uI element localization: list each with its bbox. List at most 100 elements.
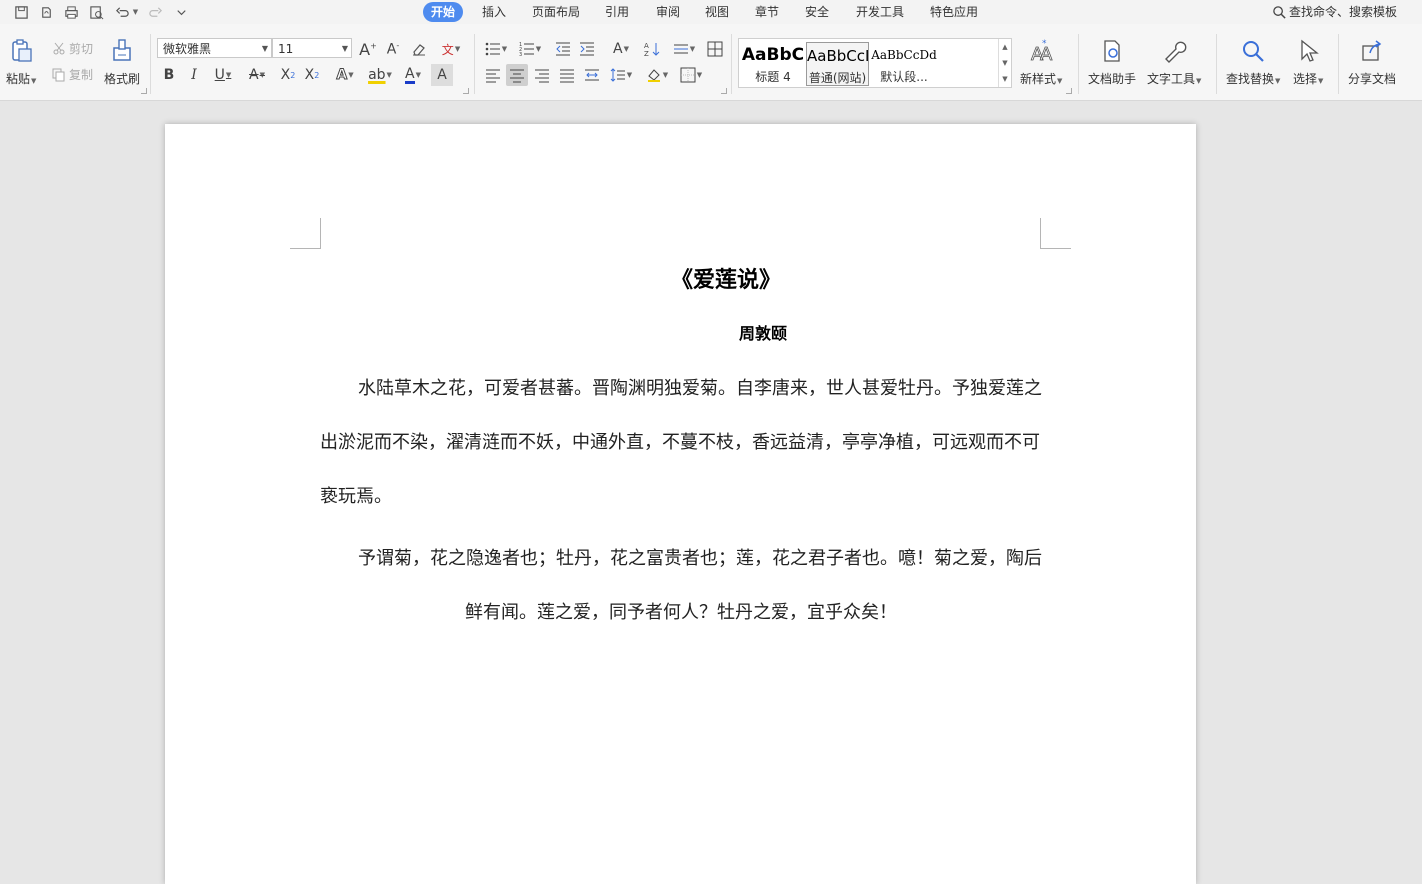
character-shading-icon[interactable]: A bbox=[431, 64, 453, 86]
italic-icon[interactable]: I bbox=[183, 64, 205, 86]
tab-chapter[interactable]: 章节 bbox=[747, 2, 787, 22]
tab-review[interactable]: 审阅 bbox=[648, 2, 688, 22]
decrease-indent-icon[interactable] bbox=[552, 38, 574, 60]
doc-assistant-button[interactable]: 文档助手 bbox=[1088, 38, 1136, 87]
text-tools-label: 文字工具 bbox=[1147, 72, 1196, 86]
divider bbox=[1078, 34, 1079, 94]
select-label: 选择 bbox=[1293, 72, 1318, 86]
save-icon[interactable] bbox=[12, 3, 30, 21]
tab-references[interactable]: 引用 bbox=[597, 2, 637, 22]
phonetic-guide-icon[interactable]: 文 ▼ bbox=[436, 38, 466, 60]
tab-view[interactable]: 视图 bbox=[697, 2, 737, 22]
underline-icon[interactable]: U ▼ bbox=[208, 64, 238, 86]
style-default-paragraph[interactable]: AaBbCcDd 默认段... bbox=[871, 42, 937, 86]
doc-assistant-icon bbox=[1104, 40, 1120, 62]
command-search[interactable]: 查找命令、搜索模板 bbox=[1272, 3, 1397, 21]
bullet-list-icon[interactable]: ▼ bbox=[482, 38, 510, 60]
select-button[interactable]: 选择▼ bbox=[1293, 38, 1323, 87]
tab-page-layout[interactable]: 页面布局 bbox=[524, 2, 588, 22]
svg-text:A: A bbox=[644, 42, 649, 50]
new-style-icon: AA* bbox=[1031, 39, 1054, 64]
svg-text:Z: Z bbox=[644, 50, 649, 57]
cut-button[interactable]: 剪切 bbox=[52, 40, 93, 57]
expand-gallery-icon[interactable]: ▼ bbox=[1002, 75, 1007, 83]
subscript-icon[interactable]: X2 bbox=[301, 64, 323, 86]
tab-developer[interactable]: 开发工具 bbox=[848, 2, 912, 22]
share-doc-button[interactable]: 分享文档 bbox=[1348, 38, 1396, 87]
line-spacing-icon[interactable]: ▼ bbox=[607, 64, 635, 86]
shading-icon[interactable]: ▼ bbox=[643, 64, 671, 86]
divider bbox=[474, 34, 475, 94]
format-painter-icon bbox=[113, 39, 131, 61]
show-formatting-icon[interactable] bbox=[704, 38, 726, 60]
clipboard-group-launcher[interactable] bbox=[141, 88, 147, 94]
paste-icon bbox=[12, 39, 32, 62]
highlight-icon[interactable]: ab ▼ bbox=[364, 64, 396, 86]
print-preview-icon[interactable] bbox=[87, 3, 105, 21]
styles-group-launcher[interactable] bbox=[1066, 88, 1072, 94]
undo-icon[interactable] bbox=[113, 3, 131, 21]
font-color-icon[interactable]: A ▼ bbox=[398, 64, 428, 86]
borders-icon[interactable]: ▼ bbox=[677, 64, 705, 86]
numbered-list-icon[interactable]: 1 2 3 ▼ bbox=[516, 38, 544, 60]
search-icon bbox=[1273, 5, 1286, 19]
style-normal-web[interactable]: AaBbCcI 普通(网站) bbox=[806, 42, 869, 86]
sort-icon[interactable]: AZ bbox=[641, 38, 663, 60]
tab-insert[interactable]: 插入 bbox=[474, 2, 514, 22]
paste-label: 粘贴 bbox=[6, 72, 31, 86]
style-name: 普通(网站) bbox=[808, 71, 867, 85]
customize-toolbar-icon[interactable] bbox=[172, 3, 190, 21]
body-paragraph[interactable]: 水陆草木之花，可爱者甚蕃。晋陶渊明独爱菊。自李唐来，世人甚爱牡丹。予独爱莲之出淤… bbox=[320, 362, 1042, 524]
cursor-arrow-icon bbox=[1301, 39, 1320, 62]
bold-icon[interactable]: B bbox=[158, 64, 180, 86]
paste-button[interactable]: 粘贴▼ bbox=[6, 38, 36, 87]
text-effect-icon[interactable]: A ▼ bbox=[330, 64, 360, 86]
tab-home[interactable]: 开始 bbox=[423, 2, 464, 22]
align-left-icon[interactable] bbox=[482, 64, 504, 86]
style-sample: AaBbCcDd bbox=[871, 48, 937, 62]
undo-dropdown-icon[interactable]: ▼ bbox=[130, 3, 140, 21]
font-name-select[interactable]: 微软雅黑 ▼ bbox=[157, 38, 272, 58]
chevron-down-icon[interactable]: ▼ bbox=[1002, 59, 1007, 67]
font-size-select[interactable]: 11 ▼ bbox=[272, 38, 352, 58]
text-tools-button[interactable]: 文字工具▼ bbox=[1147, 38, 1201, 87]
paragraph-group-launcher[interactable] bbox=[721, 88, 727, 94]
align-center-icon[interactable] bbox=[506, 64, 528, 86]
find-replace-label: 查找替换 bbox=[1226, 72, 1275, 86]
strikethrough-icon[interactable]: A ▼ bbox=[242, 64, 272, 86]
document-title[interactable]: 《爱莲说》 bbox=[165, 262, 1287, 294]
document-author[interactable]: 周敦颐 bbox=[165, 320, 1361, 344]
font-group-launcher[interactable] bbox=[463, 88, 469, 94]
new-style-button[interactable]: A A * 新样式▼ bbox=[1020, 38, 1062, 87]
find-replace-button[interactable]: 查找替换▼ bbox=[1226, 38, 1280, 87]
change-case-icon[interactable]: A ▼ bbox=[606, 38, 636, 60]
format-painter-label: 格式刷 bbox=[104, 72, 141, 86]
align-right-icon[interactable] bbox=[531, 64, 553, 86]
line-spacing-adjust-icon[interactable]: ▼ bbox=[670, 38, 698, 60]
style-heading-4[interactable]: AaBbC 标题 4 bbox=[741, 42, 805, 86]
superscript-icon[interactable]: X2 bbox=[277, 64, 299, 86]
document-page[interactable]: 《爱莲说》 周敦颐 水陆草木之花，可爱者甚蕃。晋陶渊明独爱菊。自李唐来，世人甚爱… bbox=[165, 124, 1196, 884]
magnifier-icon bbox=[1243, 41, 1264, 62]
eraser-icon[interactable] bbox=[408, 38, 430, 60]
tab-special-apps[interactable]: 特色应用 bbox=[922, 2, 986, 22]
shrink-font-icon[interactable]: A- bbox=[382, 38, 404, 60]
grow-font-icon[interactable]: A+ bbox=[357, 38, 379, 60]
cut-label: 剪切 bbox=[69, 42, 94, 56]
redo-icon[interactable] bbox=[146, 3, 164, 21]
increase-indent-icon[interactable] bbox=[576, 38, 598, 60]
print-icon[interactable] bbox=[62, 3, 80, 21]
body-paragraph[interactable]: 予谓菊，花之隐逸者也；牡丹，花之富贵者也；莲，花之君子者也。噫！菊之爱，陶后鲜有… bbox=[320, 532, 1042, 640]
format-painter-button[interactable]: 格式刷 bbox=[104, 38, 140, 87]
distributed-align-icon[interactable] bbox=[581, 64, 603, 86]
justify-icon[interactable] bbox=[556, 64, 578, 86]
output-pdf-icon[interactable] bbox=[37, 3, 55, 21]
tab-security[interactable]: 安全 bbox=[797, 2, 837, 22]
style-gallery-scroll[interactable]: ▲ ▼ ▼ bbox=[998, 39, 1011, 87]
style-gallery: AaBbC 标题 4 AaBbCcI 普通(网站) AaBbCcDd 默认段..… bbox=[738, 38, 1012, 88]
copy-label: 复制 bbox=[69, 68, 94, 82]
share-doc-label: 分享文档 bbox=[1348, 72, 1397, 86]
doc-assistant-label: 文档助手 bbox=[1088, 72, 1137, 86]
copy-button[interactable]: 复制 bbox=[52, 66, 93, 83]
chevron-up-icon[interactable]: ▲ bbox=[1002, 43, 1007, 51]
